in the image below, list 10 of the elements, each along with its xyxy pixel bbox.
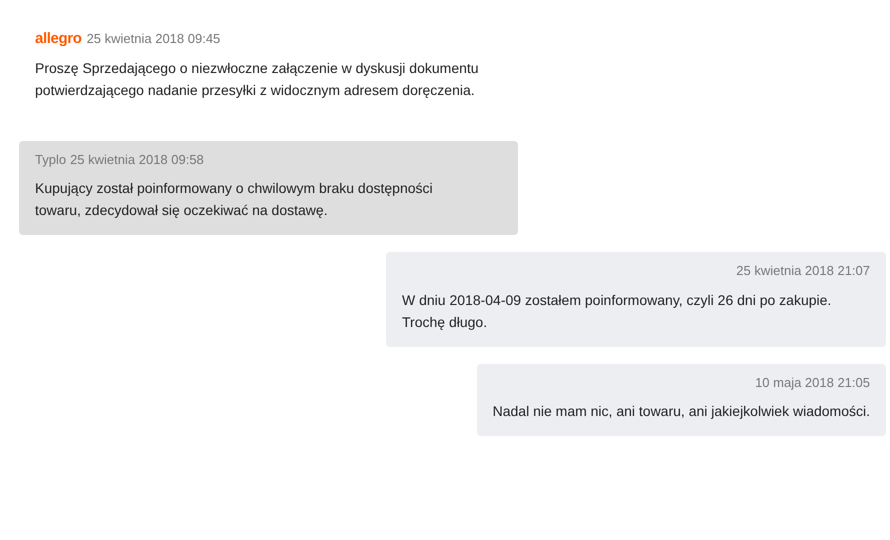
message-time: 25 kwietnia 2018 09:45 <box>86 30 220 48</box>
message-text: Nadal nie mam nic, ani towaru, ani jakiejkolwiek wiadomości. <box>492 402 870 421</box>
message-time: 25 kwietnia 2018 09:58 <box>70 150 204 168</box>
sender-name: Typlo <box>35 150 66 169</box>
message-time: 10 maja 2018 21:05 <box>755 374 870 392</box>
sender-logo: allegro <box>35 29 82 49</box>
message-text: Proszę Sprzedającego o niezwłoczne załączenie w dyskusji dokumentu potwierdzającego nadanie przesyłki z widocznym adresem doręczenia. <box>35 58 480 100</box>
message-time: 25 kwietnia 2018 21:07 <box>736 262 870 280</box>
message-text: Kupujący został poinformowany o chwilowym braku dostępności towaru, zdecydował się oczekiwać na dostawę. <box>35 179 434 220</box>
message-text: W dniu 2018-04-09 zostałem poinformowany, czyli 26 dni po zakupie. Trochę długo. <box>402 290 832 332</box>
